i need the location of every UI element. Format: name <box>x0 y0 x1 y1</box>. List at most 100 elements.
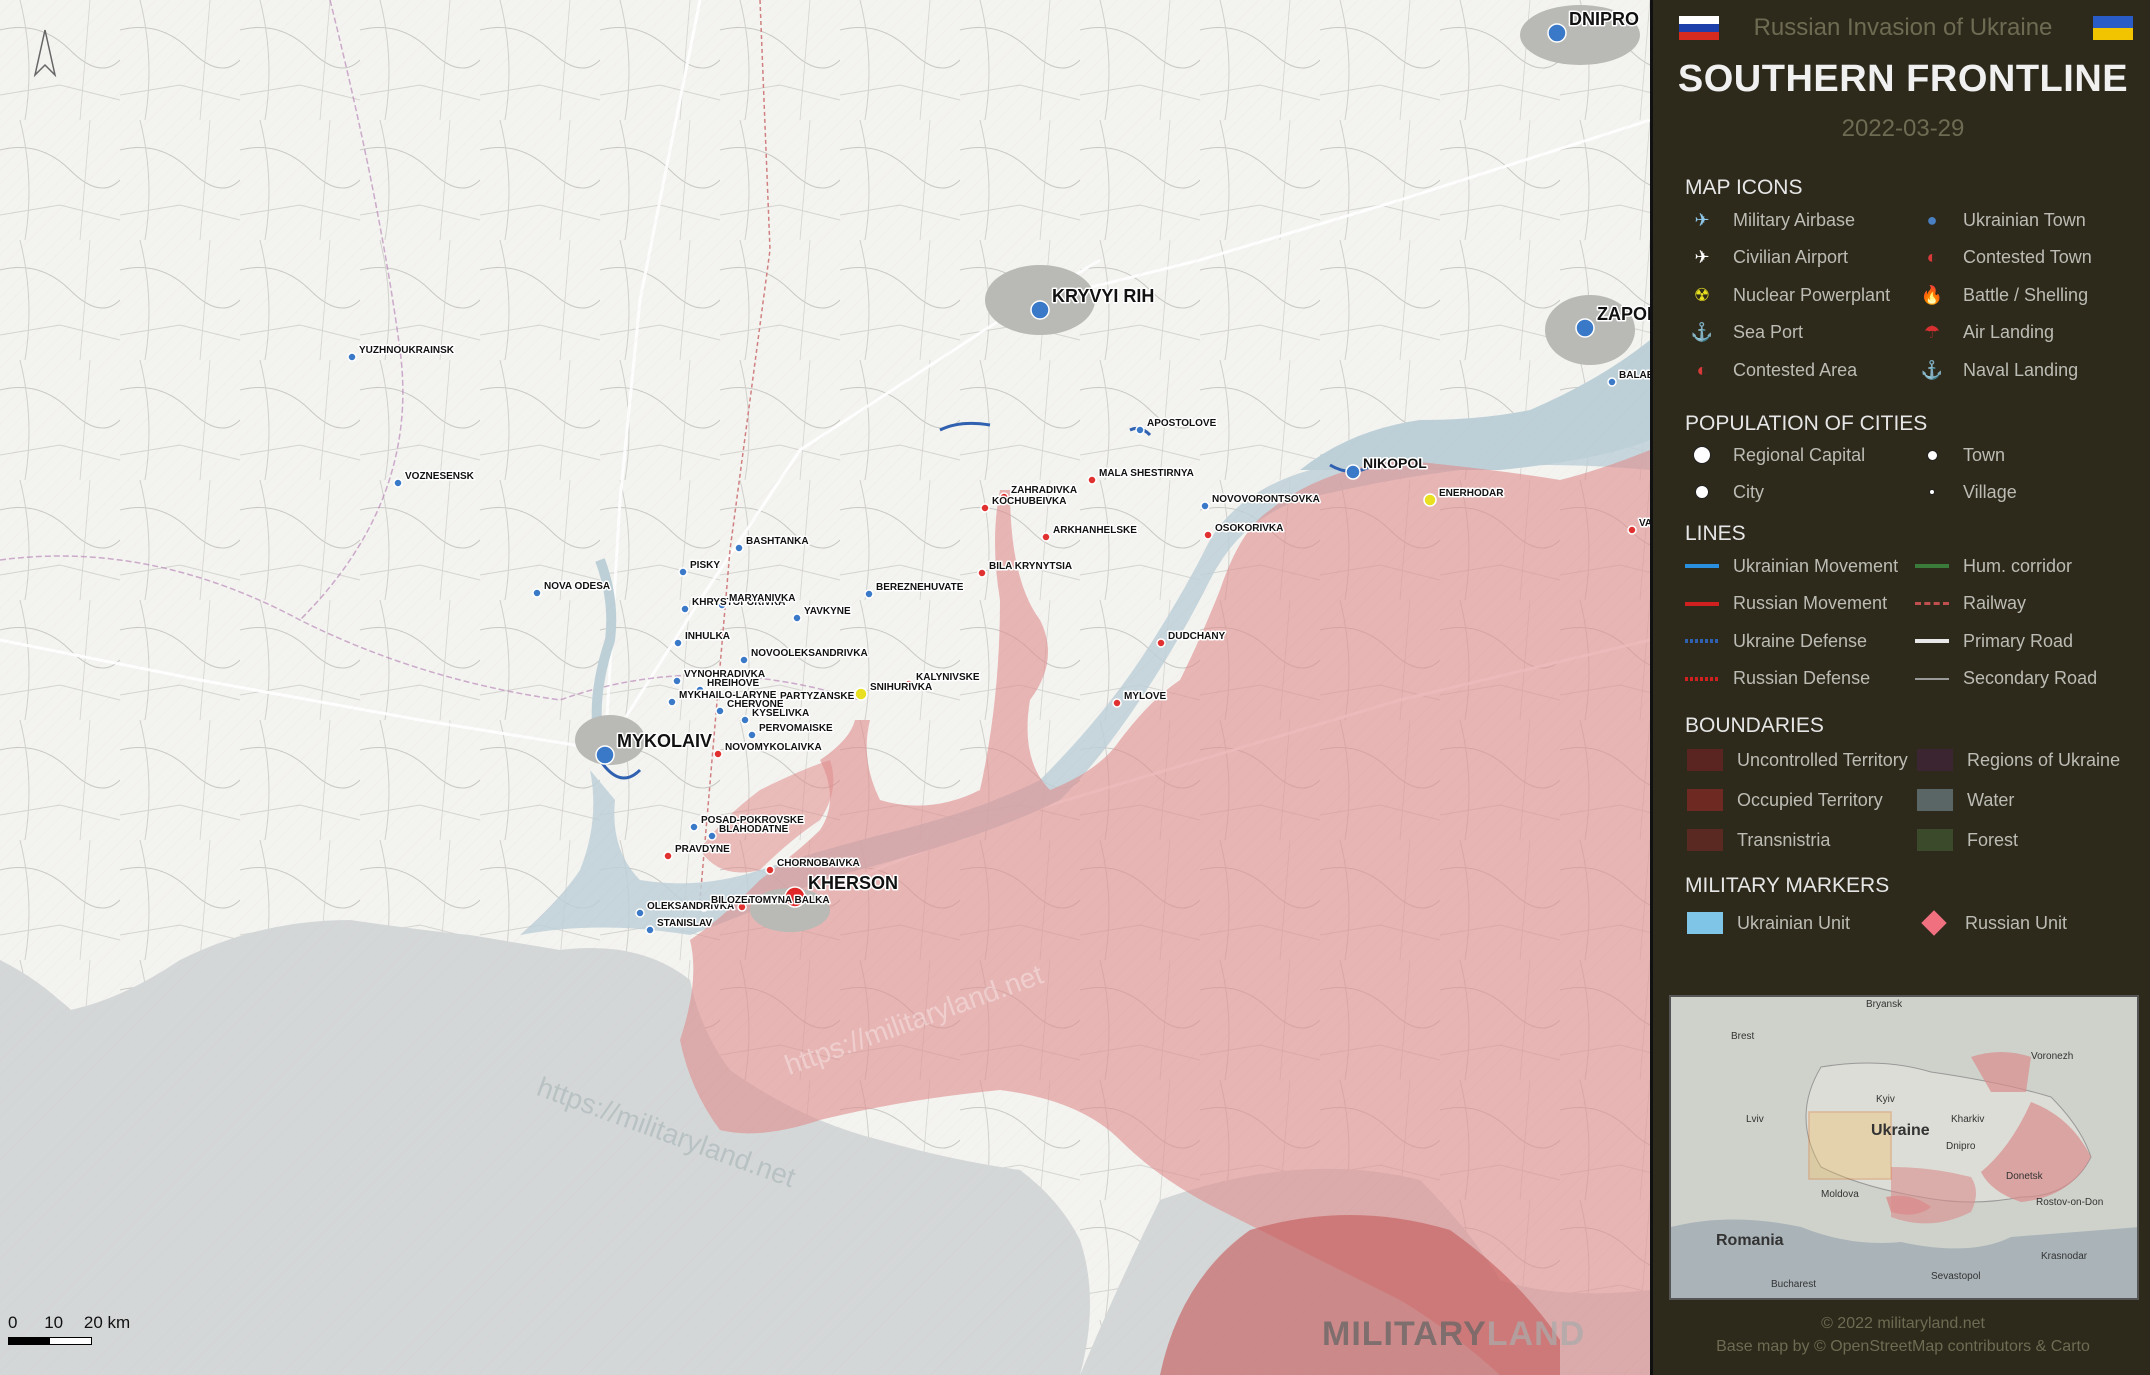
city-marker[interactable] <box>1547 23 1567 43</box>
legend-item-pop-2: City <box>1685 479 1764 505</box>
boundary-swatch-icon <box>1917 789 1953 811</box>
legend-label: Nuclear Powerplant <box>1733 284 1891 305</box>
legend-label: Occupied Territory <box>1737 789 1883 810</box>
map-canvas[interactable]: DNIPRO KRYVYI RIH ZAPORIZHZHIA MYKOLAIV KHER… <box>0 0 1650 1375</box>
city-label: SNIHURIVKA <box>870 682 932 693</box>
inset-label: Lviv <box>1746 1114 1764 1125</box>
legend-item-boundary-5: Forest <box>1917 827 2018 853</box>
city-marker[interactable] <box>1041 532 1051 542</box>
legend-label: Russian Movement <box>1733 593 1888 613</box>
legend-item-boundary-0: Uncontrolled Territory <box>1687 747 1908 773</box>
inset-label: Donetsk <box>2006 1171 2044 1182</box>
white-dot-icon <box>1915 442 1949 468</box>
city-marker[interactable] <box>734 543 744 553</box>
line-swatch-icon <box>1685 639 1719 643</box>
city-marker[interactable] <box>680 604 690 614</box>
boundary-swatch-icon <box>1917 829 1953 851</box>
city-marker[interactable] <box>1345 464 1361 480</box>
city-marker[interactable] <box>713 749 723 759</box>
city-marker[interactable] <box>532 588 542 598</box>
city-marker[interactable] <box>689 822 699 832</box>
legend-label: Ukrainian Town <box>1963 209 2086 230</box>
city-label: ZAPORIZHZHIA <box>1597 304 1650 324</box>
city-marker[interactable] <box>1575 318 1595 338</box>
city-marker[interactable] <box>747 730 757 740</box>
blue-dot-icon: ● <box>1926 209 1938 230</box>
legend-item-radiation: ☢ Nuclear Powerplant <box>1685 282 1890 308</box>
legend-item-line-6: Russian Defense <box>1685 666 1870 692</box>
city-label: NOVOVORONTSOVKA <box>1212 494 1320 505</box>
basemap-credit: Base map by © OpenStreetMap contributors… <box>1716 1338 2090 1355</box>
legend-label: Contested Town <box>1963 247 2092 267</box>
city-label: INHULKA <box>685 631 730 642</box>
boundary-swatch-icon <box>1687 789 1723 811</box>
legend-item-boundary-1: Regions of Ukraine <box>1917 747 2120 773</box>
city-marker[interactable] <box>739 655 749 665</box>
city-marker[interactable] <box>663 851 673 861</box>
city-marker[interactable] <box>678 567 688 577</box>
city-marker[interactable] <box>740 715 750 725</box>
line-swatch-icon <box>1915 602 1949 605</box>
legend-panel: Russian Invasion of Ukraine SOUTHERN FRO… <box>1650 0 2150 1375</box>
legend-label: Regional Capital <box>1733 444 1866 465</box>
militaryland-logo: MILITARYLAND <box>1322 1315 1586 1353</box>
city-marker[interactable] <box>765 865 775 875</box>
city-marker[interactable] <box>1156 638 1166 648</box>
legend-label: Ukrainian Unit <box>1737 912 1851 933</box>
city-label: VOZNESENSK <box>405 471 475 482</box>
city-marker[interactable] <box>792 613 802 623</box>
city-marker[interactable] <box>1203 530 1213 540</box>
city-label: PISKY <box>690 560 720 571</box>
jet-icon: ✈ <box>1694 209 1710 230</box>
city-marker[interactable] <box>854 687 868 701</box>
city-marker[interactable] <box>1627 525 1637 535</box>
russian-unit-icon <box>1921 910 1947 936</box>
scale-label-20: 20 km <box>83 1313 131 1332</box>
legend-item-plane: ✈ Civilian Airport <box>1685 245 1848 271</box>
legend-label: Secondary Road <box>1963 668 2098 688</box>
line-swatch-icon <box>1685 601 1719 606</box>
legend-item-line-0: Ukrainian Movement <box>1685 553 1898 579</box>
city-marker[interactable] <box>347 352 357 362</box>
legend-label: Primary Road <box>1963 630 2074 651</box>
inset-label: Rostov-on-Don <box>2036 1197 2103 1208</box>
city-marker[interactable] <box>1200 501 1210 511</box>
city-label: NOVOOLEKSANDRIVKA <box>751 648 868 659</box>
city-marker[interactable] <box>1423 493 1437 507</box>
city-marker[interactable] <box>667 697 677 707</box>
city-label: MYKOLAIV <box>617 731 712 751</box>
city-marker[interactable] <box>635 908 645 918</box>
legend-item-marker-0: Ukrainian Unit <box>1687 910 1850 936</box>
city-marker[interactable] <box>595 745 615 765</box>
overview-inset-map: Bryansk Brest Voronezh Lviv Kyiv Kharkiv Ukrai… <box>1669 995 2139 1300</box>
legend-label: Russian Defense <box>1733 668 1871 688</box>
city-marker[interactable] <box>393 478 403 488</box>
legend-item-blue-dot: ● Ukrainian Town <box>1915 207 2086 233</box>
city-marker[interactable] <box>864 589 874 599</box>
legend-label: Regions of Ukraine <box>1967 749 2121 770</box>
city-marker[interactable] <box>645 925 655 935</box>
inset-label: Voronezh <box>2031 1051 2073 1062</box>
city-marker[interactable] <box>977 568 987 578</box>
legend-label: Naval Landing <box>1963 359 2079 380</box>
city-marker[interactable] <box>1135 425 1145 435</box>
city-label: BASHTANKA <box>746 536 809 547</box>
inset-label: Dnipro <box>1946 1141 1976 1152</box>
inset-label: Bryansk <box>1866 999 1903 1010</box>
city-marker[interactable] <box>980 503 990 513</box>
legend-item-line-2: Russian Movement <box>1685 591 1887 617</box>
city-marker[interactable] <box>673 638 683 648</box>
inset-label: Krasnodar <box>2041 1251 2088 1262</box>
city-marker[interactable] <box>1030 300 1050 320</box>
city-marker[interactable] <box>1607 377 1617 387</box>
city-marker[interactable] <box>707 831 717 841</box>
city-label: BLAHODATNE <box>719 824 789 835</box>
city-label: YUZHNOUKRAINSK <box>359 345 455 356</box>
city-marker[interactable] <box>1112 698 1122 708</box>
city-marker[interactable] <box>715 706 725 716</box>
city-marker[interactable] <box>672 676 682 686</box>
legend-item-marker-1: Russian Unit <box>1917 910 2067 936</box>
scale-label-10: 10 <box>44 1313 64 1332</box>
legend-item-red-anchor: ⚓ Naval Landing <box>1915 357 2078 383</box>
city-marker[interactable] <box>1087 475 1097 485</box>
